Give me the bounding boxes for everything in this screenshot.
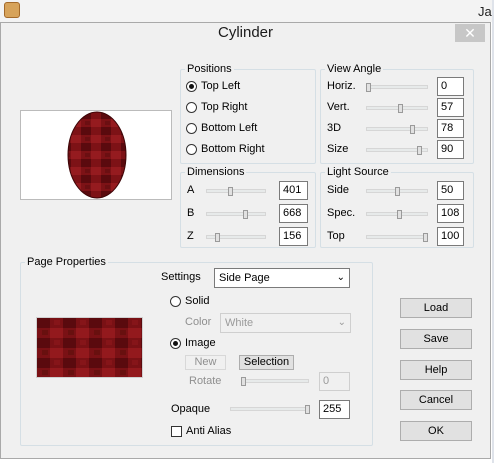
radio-dot <box>170 295 181 307</box>
color-value: White <box>225 317 254 329</box>
radio-dot <box>186 122 197 134</box>
horiz-value-input[interactable]: 0 <box>437 77 464 96</box>
size-value-input[interactable]: 90 <box>437 140 464 159</box>
dim-b-value-input[interactable]: 668 <box>279 204 308 223</box>
radio-dot <box>186 143 197 155</box>
color-dropdown[interactable]: White ⌄ <box>220 313 351 333</box>
rotate-value-input[interactable]: 0 <box>319 372 350 391</box>
radio-top-left[interactable]: Top Left <box>186 78 240 94</box>
dialog-title: Cylinder <box>217 24 274 41</box>
opaque-slider-track[interactable] <box>230 407 310 411</box>
rotate-slider-thumb[interactable] <box>241 377 246 386</box>
radio-bottom-right[interactable]: Bottom Right <box>186 141 265 157</box>
size-slider-thumb[interactable] <box>417 146 422 155</box>
checkbox-label: Anti Alias <box>186 425 232 437</box>
spec-slider-thumb[interactable] <box>397 210 402 219</box>
top-slider-thumb[interactable] <box>423 233 428 242</box>
radio-label: Image <box>185 337 216 349</box>
background-title-fragment: Ja <box>478 4 492 19</box>
dim-b-slider-track[interactable] <box>206 212 266 216</box>
settings-dropdown[interactable]: Side Page ⌄ <box>214 268 350 288</box>
settings-label: Settings <box>161 271 201 283</box>
3d-value-input[interactable]: 78 <box>437 119 464 138</box>
light-source-legend: Light Source <box>327 166 389 178</box>
ok-button[interactable]: OK <box>400 421 472 441</box>
new-button[interactable]: New <box>185 355 226 370</box>
dim-a-slider-thumb[interactable] <box>228 187 233 196</box>
rotate-label: Rotate <box>189 375 222 387</box>
top-slider-track[interactable] <box>366 235 428 239</box>
dim-b-slider-thumb[interactable] <box>243 210 248 219</box>
opaque-slider-thumb[interactable] <box>305 405 310 414</box>
3d-slider-thumb[interactable] <box>410 125 415 134</box>
radio-label: Top Left <box>201 80 241 92</box>
top-value-input[interactable]: 100 <box>437 227 464 246</box>
radio-label: Bottom Right <box>201 143 265 155</box>
dim-z-label: Z <box>187 230 194 242</box>
save-button[interactable]: Save <box>400 329 472 349</box>
dimensions-legend: Dimensions <box>187 166 245 178</box>
color-label: Color <box>185 316 212 328</box>
cylinder-shape <box>67 111 127 199</box>
close-button[interactable]: ✕ <box>455 24 485 42</box>
side-label: Side <box>327 184 350 196</box>
vert-label: Vert. <box>327 101 350 113</box>
texture-swatch[interactable] <box>36 317 143 378</box>
texture-graphic <box>37 318 142 377</box>
radio-label: Bottom Left <box>201 122 258 134</box>
selection-button[interactable]: Selection <box>239 355 294 370</box>
page-properties-legend: Page Properties <box>27 256 106 268</box>
horiz-label: Horiz. <box>327 80 356 92</box>
horiz-slider-thumb[interactable] <box>366 83 371 92</box>
radio-bottom-left[interactable]: Bottom Left <box>186 120 257 136</box>
opaque-label: Opaque <box>171 403 211 415</box>
radio-top-right[interactable]: Top Right <box>186 99 247 115</box>
3d-label: 3D <box>327 122 342 134</box>
chevron-down-icon: ⌄ <box>336 272 345 283</box>
preview-graphic <box>67 111 127 199</box>
3d-slider-track[interactable] <box>366 127 428 131</box>
top-label: Top <box>327 230 345 242</box>
dim-z-slider-thumb[interactable] <box>215 233 220 242</box>
load-button[interactable]: Load <box>400 298 472 318</box>
dim-a-label: A <box>187 184 195 196</box>
spec-value-input[interactable]: 108 <box>437 204 464 223</box>
size-label: Size <box>327 143 349 155</box>
vert-slider-track[interactable] <box>366 106 428 110</box>
side-slider-thumb[interactable] <box>395 187 400 196</box>
vert-value-input[interactable]: 57 <box>437 98 464 117</box>
horiz-slider-track[interactable] <box>366 85 428 89</box>
cancel-button[interactable]: Cancel <box>400 390 472 410</box>
background-app-bar <box>0 0 494 22</box>
settings-value: Side Page <box>219 272 270 284</box>
dim-b-label: B <box>187 207 195 219</box>
chevron-down-icon: ⌄ <box>337 317 346 328</box>
radio-solid[interactable]: Solid <box>170 293 209 309</box>
positions-legend: Positions <box>187 63 232 75</box>
checkbox-box <box>171 425 182 437</box>
vert-slider-thumb[interactable] <box>398 104 403 113</box>
view-angle-legend: View Angle <box>327 63 382 75</box>
radio-dot <box>186 101 197 113</box>
dim-a-slider-track[interactable] <box>206 189 266 193</box>
cylinder-preview <box>20 110 172 200</box>
radio-dot <box>186 80 197 92</box>
radio-label: Solid <box>185 295 210 307</box>
dim-a-value-input[interactable]: 401 <box>279 181 308 200</box>
opaque-value-input[interactable]: 255 <box>319 400 350 419</box>
rotate-slider-track[interactable] <box>241 379 309 383</box>
spec-label: Spec. <box>327 207 356 219</box>
anti-alias-checkbox[interactable]: Anti Alias <box>171 425 231 437</box>
side-value-input[interactable]: 50 <box>437 181 464 200</box>
help-button[interactable]: Help <box>400 360 472 380</box>
radio-dot <box>170 337 181 349</box>
dim-z-value-input[interactable]: 156 <box>279 227 308 246</box>
radio-label: Top Right <box>201 101 248 113</box>
paint-shop-icon <box>4 2 20 18</box>
radio-image[interactable]: Image <box>170 335 216 351</box>
